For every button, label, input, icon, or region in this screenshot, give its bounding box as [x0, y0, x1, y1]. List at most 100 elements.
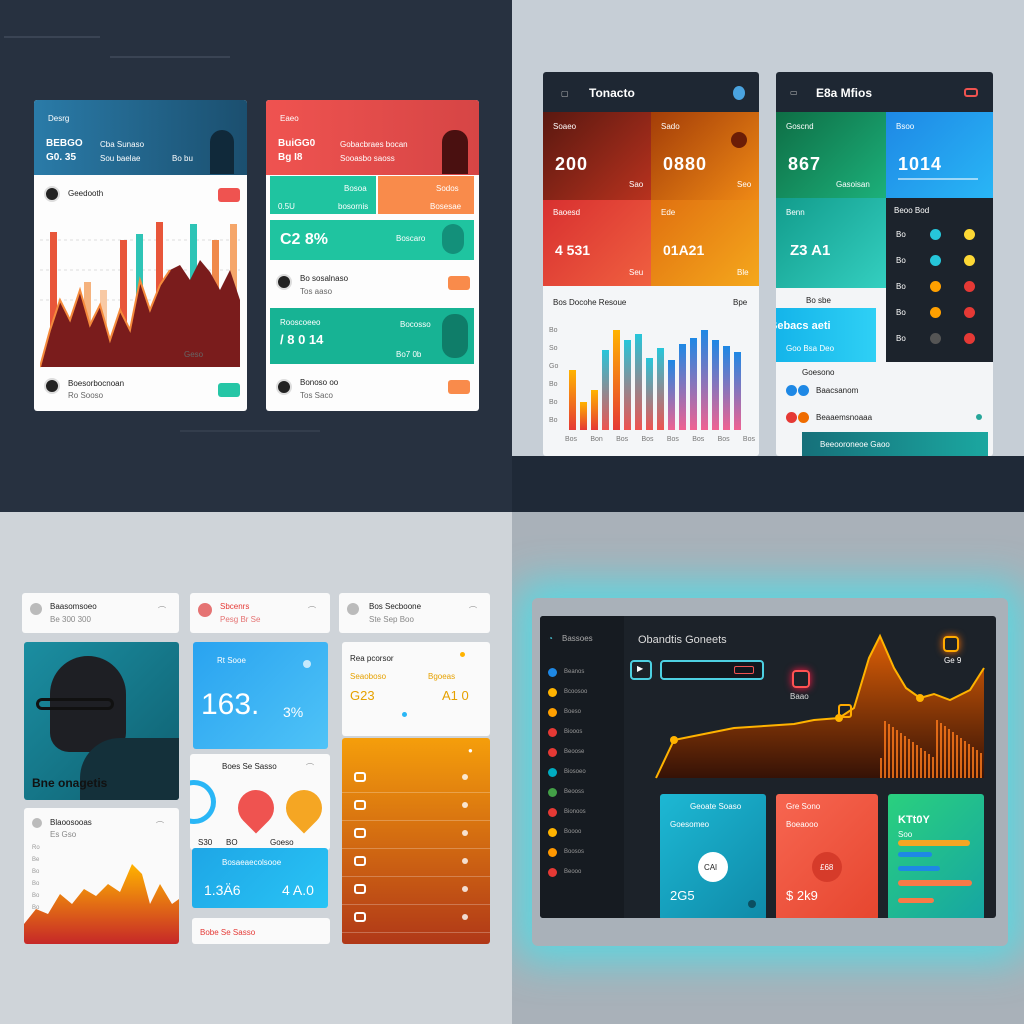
sidebar-item[interactable]: Boooo — [564, 829, 581, 835]
row-dot-icon — [462, 914, 468, 920]
blue-card-label: Rt Sooe — [217, 656, 246, 665]
sidebar-item[interactable]: Biosoeo — [564, 769, 586, 775]
status-dot — [964, 229, 975, 240]
big-stat-card[interactable]: Rt Sooe 163. 3% — [193, 642, 328, 749]
legend-row-label: Bo — [896, 308, 906, 317]
tile-label: Baoesd — [553, 208, 581, 217]
checkbox[interactable] — [354, 772, 366, 782]
header-line1b: Gobacbraes bocan — [340, 140, 408, 149]
list-row: Baacsanom — [816, 386, 859, 395]
area-chart — [24, 864, 179, 944]
green-stat-card[interactable]: KTt0Y Soo — [888, 794, 984, 918]
badge-teal-button[interactable] — [218, 383, 240, 397]
sidebar-item[interactable]: Beooo — [564, 869, 581, 875]
sidebar-item[interactable]: Bionoos — [564, 809, 586, 815]
tile-value: 0880 — [663, 154, 708, 174]
sidebar-item[interactable]: Beoose — [564, 749, 584, 755]
top-card[interactable]: Bos Secboone Ste Sep Boo ⌒ — [339, 593, 490, 633]
teal-card-value: 2G5 — [670, 888, 695, 903]
highlight-sub: Goo Bsa Deo — [786, 344, 835, 353]
progress-bar — [898, 852, 932, 857]
checkbox[interactable] — [354, 800, 366, 810]
chart-bar — [723, 346, 730, 430]
chart-bar — [657, 348, 664, 430]
small-blue-value2: 4 A.0 — [282, 882, 314, 898]
sweater-shape — [80, 738, 179, 800]
checkbox[interactable] — [354, 856, 366, 866]
mid-label: Goeso — [270, 838, 294, 847]
chevron-icon[interactable]: ⌒ — [308, 605, 316, 616]
mid-card-title: Boes Se Sasso — [222, 762, 277, 771]
badge-red-button[interactable] — [218, 188, 240, 202]
row2-title: Bonoso oo — [300, 378, 339, 387]
mid-label: S30 — [198, 838, 213, 847]
checkbox[interactable] — [354, 912, 366, 922]
blue-card-pct: 3% — [283, 704, 304, 720]
row-divider — [342, 876, 490, 877]
sidebar-item[interactable]: Boosos — [564, 849, 584, 855]
row-divider — [342, 820, 490, 821]
top-card[interactable]: Sbcenrs Pesg Br Se ⌒ — [190, 593, 330, 633]
legend-row-label: Bo — [896, 256, 906, 265]
checkbox[interactable] — [354, 828, 366, 838]
chart-bar — [734, 352, 741, 430]
sidebar-item-dot — [548, 668, 557, 677]
list-header: Goesono — [802, 368, 835, 377]
spike-bar — [940, 723, 942, 778]
panel-title: E8a Mfios — [816, 86, 873, 100]
status-dot — [964, 307, 975, 318]
section-title: Bo sbe — [806, 296, 831, 305]
bar-area-chart — [40, 222, 240, 368]
red-card-value: $ 2k9 — [786, 888, 818, 903]
card-icon[interactable]: ▭ — [790, 88, 798, 97]
chart-bars — [569, 330, 741, 430]
sidebar-item-dot — [548, 808, 557, 817]
chevron-icon[interactable]: ⌒ — [469, 605, 477, 616]
toggle-icon[interactable] — [964, 88, 978, 97]
status-dot — [964, 333, 975, 344]
status-dot — [930, 333, 941, 344]
row-dot-icon — [462, 886, 468, 892]
checkbox[interactable] — [354, 884, 366, 894]
chart-bar — [569, 370, 576, 430]
chart-bar — [679, 344, 686, 430]
tile-sub: Seu — [629, 268, 644, 277]
footer-button-label: Beeooroneoe Gaoo — [820, 440, 890, 449]
tile-value: 867 — [788, 154, 822, 174]
blue-avatar-icon[interactable] — [733, 86, 745, 100]
area-card-title: Blaoosooas — [50, 818, 92, 827]
marker-button[interactable] — [792, 670, 810, 688]
highlight-banner[interactable] — [776, 308, 876, 362]
row2-sub: Tos Saco — [300, 391, 333, 400]
sidebar-item[interactable]: Boeso — [564, 709, 581, 715]
tile-a-sub2: bosornis — [338, 202, 369, 211]
sidebar-item[interactable]: Beooss — [564, 789, 584, 795]
chevron-icon[interactable]: ⌒ — [158, 605, 166, 616]
teal-stat-card[interactable]: Geoate Soaso Goesomeo CAl 2G5 — [660, 794, 766, 918]
sidebar-item[interactable]: Biooos — [564, 729, 582, 735]
footer-card[interactable]: Bobe Se Sasso — [192, 918, 330, 944]
top-card[interactable]: Baasomsoeo Be 300 300 ⌒ — [22, 593, 179, 633]
y-tick: Bo — [549, 417, 558, 424]
progress-bar — [898, 898, 934, 903]
portrait-card[interactable]: Bne onagetis — [24, 642, 179, 800]
marker-button[interactable] — [838, 704, 852, 718]
sidebar-item[interactable]: Beanos — [564, 669, 584, 675]
top-card-title: Bos Secboone — [369, 602, 422, 611]
badge-orange-button[interactable] — [448, 276, 470, 290]
sidebar-item[interactable]: Bcoosoo — [564, 689, 587, 695]
chevron-icon[interactable]: ⌒ — [306, 762, 314, 773]
x-tick: Bos — [565, 436, 578, 443]
row1-title: Bo sosalnaso — [300, 274, 349, 283]
info-icon[interactable]: ● — [468, 746, 473, 755]
logo-icon: ◔ — [548, 634, 553, 643]
header-line2: G0. 35 — [46, 152, 77, 163]
top-card-sub: Be 300 300 — [50, 615, 91, 624]
red-stat-card[interactable]: Gre Sono Boeaooo £68 $ 2k9 — [776, 794, 878, 918]
menu-icon[interactable]: ▢ — [561, 89, 569, 98]
badge-orange-button[interactable] — [448, 380, 470, 394]
sidebar-item-dot — [548, 788, 557, 797]
header-line1: BuiGG0 — [278, 138, 316, 149]
small-stat-card[interactable]: Bosaeaecolsooe 1.3Ä6 4 A.0 — [192, 848, 328, 908]
chevron-icon[interactable]: ⌒ — [156, 820, 164, 831]
